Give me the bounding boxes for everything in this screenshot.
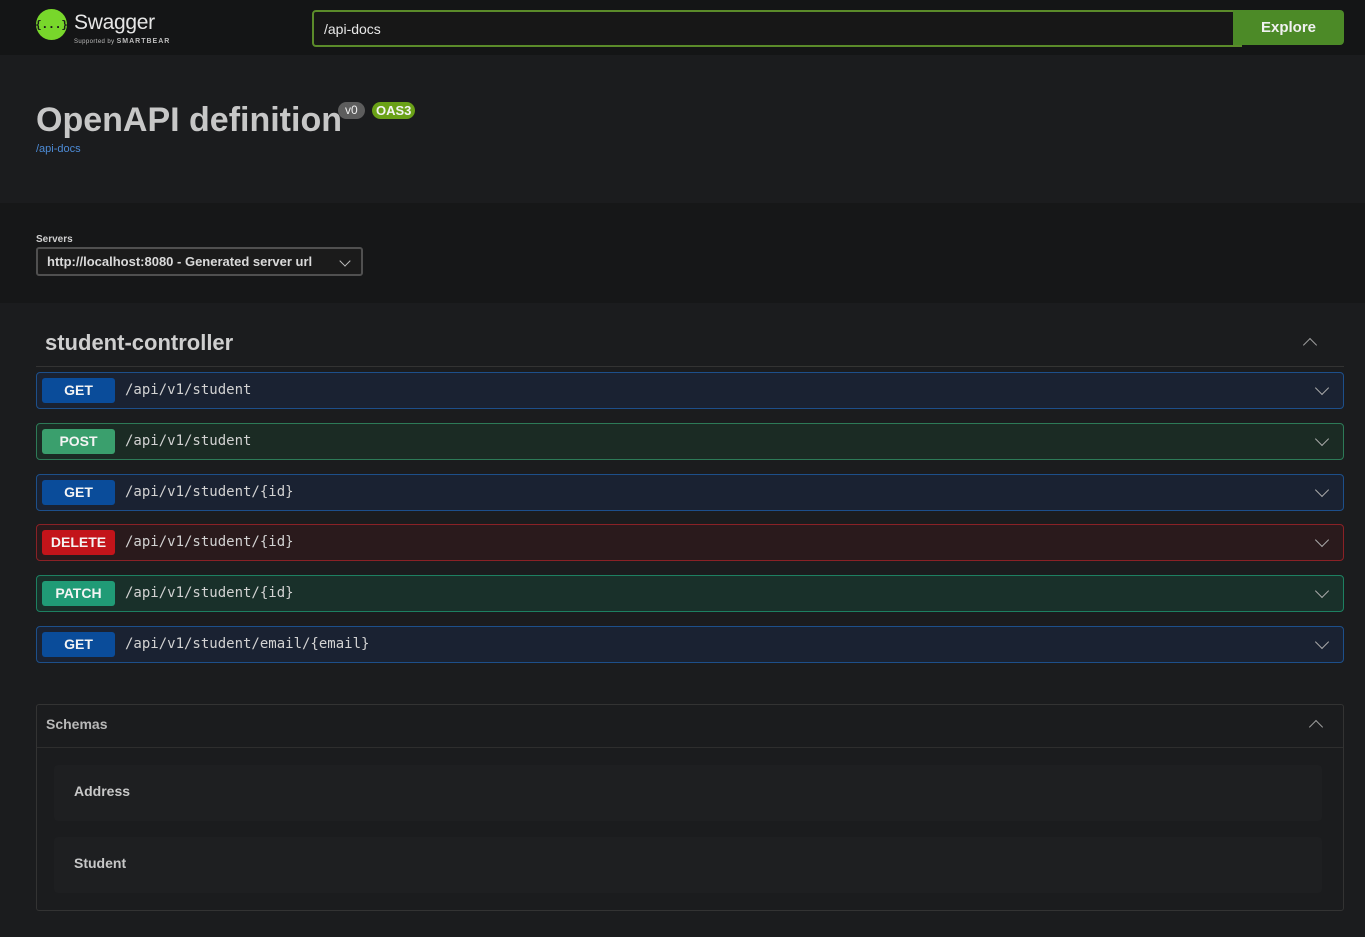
api-url-input[interactable]	[312, 10, 1242, 47]
top-bar: {...} Swagger Supported by SMARTBEAR Exp…	[0, 0, 1365, 55]
method-badge: GET	[42, 480, 115, 505]
chevron-down-icon[interactable]	[1314, 532, 1330, 548]
chevron-down-icon[interactable]	[1314, 583, 1330, 599]
operation-path: /api/v1/student/{id}	[125, 534, 294, 550]
explore-button[interactable]: Explore	[1233, 10, 1344, 45]
schemas-title[interactable]: Schemas	[46, 716, 107, 732]
method-badge: GET	[42, 632, 115, 657]
swagger-logo[interactable]: {...} Swagger Supported by SMARTBEAR	[35, 9, 176, 49]
operation-path: /api/v1/student/{id}	[125, 484, 294, 500]
section-divider	[36, 366, 1344, 367]
oas-badge: OAS3	[372, 102, 416, 119]
servers-label: Servers	[36, 234, 73, 245]
operation-path: /api/v1/student/email/{email}	[125, 636, 370, 652]
method-badge: PATCH	[42, 581, 115, 606]
schemas-section: Schemas Address Student	[36, 704, 1344, 911]
chevron-up-icon[interactable]	[1308, 719, 1324, 735]
chevron-down-icon[interactable]	[1314, 634, 1330, 650]
chevron-down-icon[interactable]	[1314, 482, 1330, 498]
operation-path: /api/v1/student/{id}	[125, 585, 294, 601]
chevron-down-icon[interactable]	[1314, 380, 1330, 396]
operation-row[interactable]: DELETE /api/v1/student/{id}	[36, 524, 1344, 561]
schemas-divider	[37, 747, 1343, 748]
swagger-logo-icon: {...}	[35, 9, 68, 40]
logo-sub-prefix: Supported by	[74, 39, 115, 45]
chevron-up-icon[interactable]	[1302, 337, 1318, 353]
servers-select[interactable]: http://localhost:8080 - Generated server…	[36, 247, 363, 276]
operation-path: /api/v1/student	[125, 433, 252, 449]
logo-subtitle: Supported by SMARTBEAR	[74, 38, 170, 45]
section-title[interactable]: student-controller	[45, 330, 233, 356]
operation-row[interactable]: POST /api/v1/student	[36, 423, 1344, 460]
method-badge: DELETE	[42, 530, 115, 555]
version-badge: v0	[338, 102, 365, 119]
operation-row[interactable]: GET /api/v1/student	[36, 372, 1344, 409]
method-badge: GET	[42, 378, 115, 403]
servers-selected-value: http://localhost:8080 - Generated server…	[47, 254, 313, 269]
schema-model-name: Address	[74, 783, 131, 799]
logo-name: Swagger	[74, 11, 155, 34]
chevron-down-icon[interactable]	[1314, 431, 1330, 447]
method-badge: POST	[42, 429, 115, 454]
servers-section: Servers http://localhost:8080 - Generate…	[0, 203, 1365, 303]
api-docs-link[interactable]: /api-docs	[36, 143, 81, 155]
operation-row[interactable]: GET /api/v1/student/email/{email}	[36, 626, 1344, 663]
info-section: OpenAPI definition v0 OAS3 /api-docs	[0, 55, 1365, 203]
schema-model[interactable]: Student	[54, 837, 1322, 893]
logo-sub-brand: SMARTBEAR	[116, 38, 171, 45]
operation-row[interactable]: PATCH /api/v1/student/{id}	[36, 575, 1344, 612]
page-title: OpenAPI definition	[36, 101, 342, 139]
schema-model-name: Student	[74, 855, 127, 871]
chevron-down-icon	[339, 255, 351, 267]
operation-row[interactable]: GET /api/v1/student/{id}	[36, 474, 1344, 511]
operation-path: /api/v1/student	[125, 382, 252, 398]
schema-model[interactable]: Address	[54, 765, 1322, 821]
